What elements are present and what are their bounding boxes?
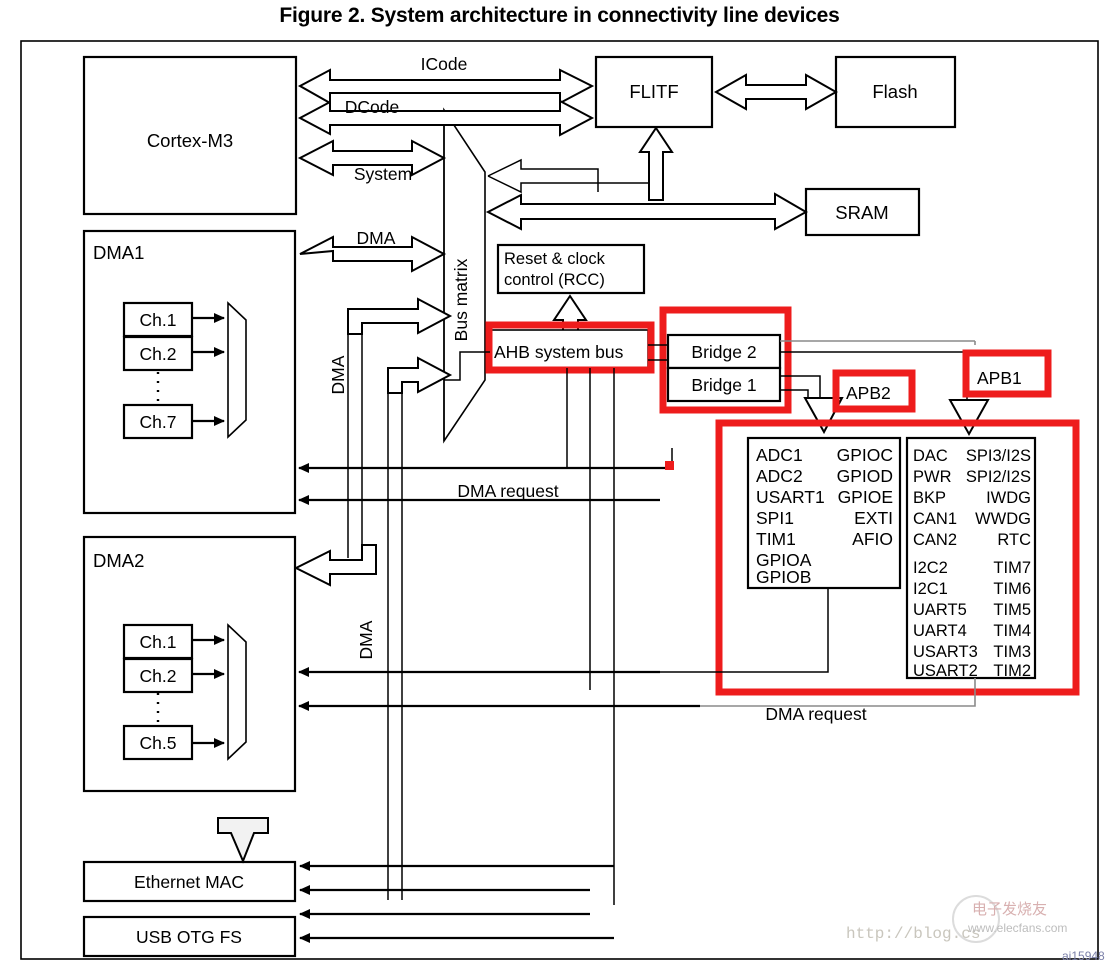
dma2-ch5-label: Ch.5 [140, 733, 177, 753]
dma2-ch2-label: Ch.2 [140, 666, 177, 686]
apb2-right-1: GPIOD [837, 466, 893, 486]
apb1-right-4: RTC [997, 531, 1031, 549]
apb1-right-2: IWDG [986, 489, 1031, 507]
dma-top-label: DMA [357, 228, 396, 248]
flitf-label: FLITF [629, 81, 678, 102]
apb1-right-8: TIM4 [993, 622, 1031, 640]
dma1-label: DMA1 [93, 242, 144, 263]
apb1-left-0: DAC [913, 447, 948, 465]
apb1-left-3: CAN1 [913, 510, 957, 528]
apb1-right-9: TIM3 [993, 643, 1031, 661]
apb2-left-4: TIM1 [756, 529, 796, 549]
figure-id-label: ai15948 [1062, 949, 1105, 963]
apb1-left-7: UART5 [913, 601, 967, 619]
flash-label: Flash [872, 81, 917, 102]
watermark-site: www.elecfans.com [968, 921, 1068, 935]
usb-otg-label: USB OTG FS [136, 927, 242, 947]
apb1-left-6: I2C1 [913, 580, 948, 598]
apb2-left-1: ADC2 [756, 466, 803, 486]
ethernet-mac-label: Ethernet MAC [134, 872, 244, 892]
red-marker-dot [665, 461, 674, 470]
dma1-arbiter [227, 301, 247, 439]
dma1-block [82, 229, 297, 515]
dma-request-label-1: DMA request [457, 481, 558, 501]
apb1-label: APB1 [977, 368, 1022, 388]
watermark-chinese-text: 电子发烧友 [972, 900, 1048, 918]
apb2-right-0: GPIOC [837, 445, 893, 465]
figure-page: Figure 2. System architecture in connect… [0, 0, 1119, 963]
icode-label: ICode [421, 54, 468, 74]
apb1-right-5: TIM7 [993, 559, 1031, 577]
ahb-bus-label: AHB system bus [494, 342, 624, 362]
apb1-left-10: USART2 [913, 662, 978, 680]
apb1-right-3: WWDG [975, 510, 1031, 528]
apb2-right-3: EXTI [854, 508, 893, 528]
rcc-label-line2: control (RCC) [504, 271, 605, 289]
dcode-label: DCode [345, 97, 399, 117]
apb1-right-10: TIM2 [993, 662, 1031, 680]
apb1-left-4: CAN2 [913, 531, 957, 549]
dma-vertical-label-2: DMA [356, 620, 376, 659]
apb1-left-2: BKP [913, 489, 946, 507]
bridge1-label: Bridge 1 [691, 375, 756, 395]
apb2-right-2: GPIOE [838, 487, 893, 507]
apb2-label: APB2 [846, 383, 891, 403]
sram-label: SRAM [835, 202, 888, 223]
apb1-right-0: SPI3/I2S [966, 447, 1031, 465]
apb2-left-3: SPI1 [756, 508, 794, 528]
architecture-diagram: Cortex-M3 Bus matrix ICode DCode System … [20, 40, 1099, 960]
apb1-left-5: I2C2 [913, 559, 948, 577]
cortex-m3-label: Cortex-M3 [147, 130, 233, 151]
dma2-label: DMA2 [93, 550, 144, 571]
dma1-ch7-label: Ch.7 [140, 412, 177, 432]
bus-matrix-label: Bus matrix [451, 258, 471, 341]
apb2-left-0: ADC1 [756, 445, 803, 465]
apb1-left-1: PWR [913, 468, 952, 486]
apb1-left-9: USART3 [913, 643, 978, 661]
dma1-ch2-label: Ch.2 [140, 344, 177, 364]
rcc-label-line1: Reset & clock [504, 250, 606, 268]
dma-vertical-label-1: DMA [328, 355, 348, 394]
system-label: System [354, 164, 412, 184]
watermark-url: http://blog.cs [846, 925, 981, 943]
apb1-right-6: TIM6 [993, 580, 1031, 598]
dma2-arbiter [227, 623, 247, 761]
dma1-ch1-label: Ch.1 [140, 310, 177, 330]
apb2-left-6: GPIOB [756, 567, 811, 587]
apb2-right-4: AFIO [852, 529, 893, 549]
dma2-ch1-label: Ch.1 [140, 632, 177, 652]
dma-request-label-2: DMA request [765, 704, 866, 724]
apb2-left-2: USART1 [756, 487, 825, 507]
apb1-right-1: SPI2/I2S [966, 468, 1031, 486]
apb1-left-8: UART4 [913, 622, 967, 640]
bridge2-label: Bridge 2 [691, 342, 756, 362]
apb1-right-7: TIM5 [993, 601, 1031, 619]
